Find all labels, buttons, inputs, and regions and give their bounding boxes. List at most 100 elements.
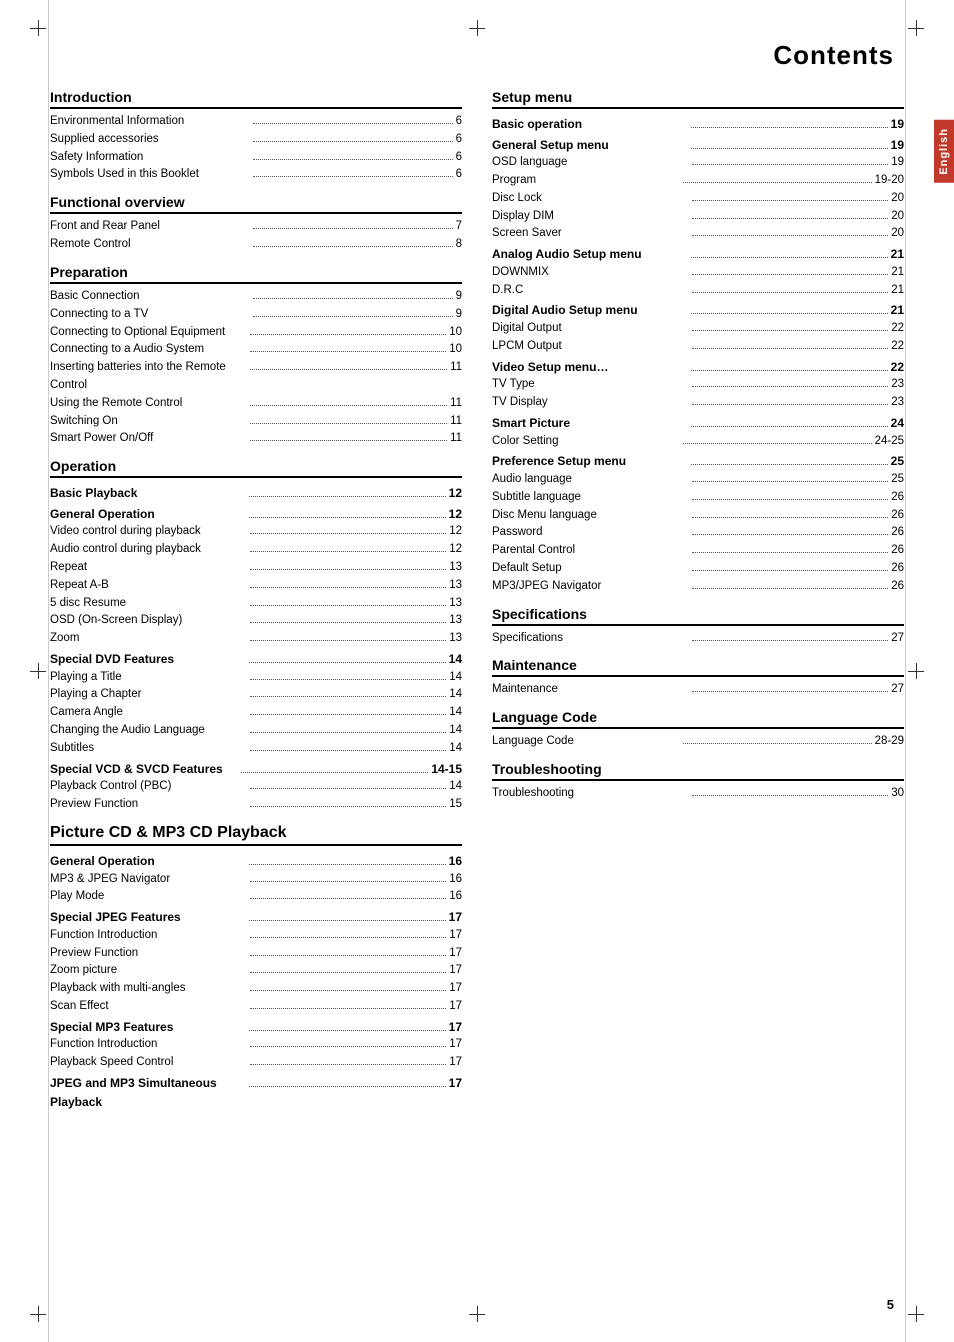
toc-item-text: Special MP3 Features <box>50 1018 246 1037</box>
toc-item-text: Connecting to a TV <box>50 306 250 324</box>
toc-item: General Operation12 <box>50 503 462 524</box>
toc-dots <box>692 348 889 349</box>
toc-item: Connecting to Optional Equipment10 <box>50 324 462 342</box>
toc-dots <box>250 440 447 441</box>
toc-item-text: Playing a Title <box>50 669 247 687</box>
toc-item: Audio language25 <box>492 471 904 489</box>
toc-item-text: Parental Control <box>492 542 689 560</box>
toc-item-text: Safety Information <box>50 149 250 167</box>
toc-item-text: TV Type <box>492 376 689 394</box>
toc-page-num: 19 <box>891 136 904 155</box>
toc-page-num: 6 <box>456 131 462 149</box>
toc-item: TV Type23 <box>492 376 904 394</box>
toc-dots <box>250 334 447 335</box>
toc-page-num: 19 <box>891 154 904 172</box>
toc-dots <box>253 141 453 142</box>
section-troubleshooting: TroubleshootingTroubleshooting30 <box>492 761 904 803</box>
toc-item: General Setup menu19 <box>492 134 904 155</box>
toc-item: Function Introduction17 <box>50 927 462 945</box>
toc-item: Supplied accessories6 <box>50 131 462 149</box>
toc-dots <box>691 257 887 258</box>
page-title: Contents <box>50 40 904 71</box>
toc-dots <box>683 443 871 444</box>
toc-item: Playback with multi-angles17 <box>50 980 462 998</box>
toc-dots <box>249 1086 445 1087</box>
toc-dots <box>250 605 447 606</box>
toc-dots <box>250 369 447 370</box>
toc-dots <box>692 292 889 293</box>
toc-page-num: 22 <box>891 338 904 356</box>
toc-page-num: 7 <box>456 218 462 236</box>
toc-page-num: 11 <box>450 395 462 413</box>
toc-item: Special MP3 Features17 <box>50 1016 462 1037</box>
toc-page-num: 27 <box>891 630 904 648</box>
toc-item: Playback Speed Control17 <box>50 1054 462 1072</box>
toc-item-text: OSD (On-Screen Display) <box>50 612 247 630</box>
toc-dots <box>253 159 453 160</box>
toc-dots <box>250 990 447 991</box>
toc-item-text: Special DVD Features <box>50 650 246 669</box>
toc-item: Connecting to a Audio System10 <box>50 341 462 359</box>
toc-dots <box>250 569 447 570</box>
toc-dots <box>249 517 445 518</box>
page-number: 5 <box>887 1297 894 1312</box>
toc-item-text: Password <box>492 524 689 542</box>
toc-item-text: General Operation <box>50 852 246 871</box>
toc-item: Repeat13 <box>50 559 462 577</box>
toc-dots <box>250 640 447 641</box>
toc-item: Subtitles14 <box>50 740 462 758</box>
toc-dots <box>250 351 447 352</box>
toc-item: Specifications27 <box>492 630 904 648</box>
toc-dots <box>250 732 447 733</box>
toc-page-num: 17 <box>449 1036 462 1054</box>
toc-page-num: 27 <box>891 681 904 699</box>
toc-page-num: 30 <box>891 785 904 803</box>
crosshair-top-right <box>908 20 924 36</box>
toc-dots <box>253 228 453 229</box>
toc-item-text: Playback Control (PBC) <box>50 778 247 796</box>
toc-item-text: Preview Function <box>50 945 247 963</box>
toc-page-num: 17 <box>449 998 462 1016</box>
toc-item: Zoom picture17 <box>50 962 462 980</box>
toc-page-num: 26 <box>891 489 904 507</box>
toc-page-num: 14 <box>449 704 462 722</box>
toc-page-num: 12 <box>449 505 462 524</box>
toc-page-num: 14-15 <box>431 760 462 779</box>
toc-item: Subtitle language26 <box>492 489 904 507</box>
toc-dots <box>691 370 887 371</box>
toc-dots <box>691 426 887 427</box>
toc-dots <box>250 806 447 807</box>
toc-item-text: Zoom picture <box>50 962 247 980</box>
toc-page-num: 15 <box>449 796 462 814</box>
toc-page-num: 22 <box>891 320 904 338</box>
toc-item: Zoom13 <box>50 630 462 648</box>
toc-item-text: Special VCD & SVCD Features <box>50 760 238 779</box>
toc-page-num: 6 <box>456 166 462 184</box>
toc-item-text: TV Display <box>492 394 689 412</box>
toc-item: Video control during playback12 <box>50 523 462 541</box>
toc-item-text: OSD language <box>492 154 689 172</box>
toc-dots <box>253 123 453 124</box>
toc-item-text: Playback Speed Control <box>50 1054 247 1072</box>
toc-dots <box>250 551 447 552</box>
toc-item-text: Switching On <box>50 413 247 431</box>
toc-dots <box>241 772 429 773</box>
toc-dots <box>692 218 889 219</box>
toc-dots <box>253 176 453 177</box>
toc-item: Switching On11 <box>50 413 462 431</box>
toc-dots <box>250 750 447 751</box>
toc-dots <box>250 1008 447 1009</box>
toc-item: Basic operation19 <box>492 113 904 134</box>
toc-item-text: Playing a Chapter <box>50 686 247 704</box>
crosshair-mid-left <box>30 663 46 679</box>
toc-item: Remote Control8 <box>50 236 462 254</box>
toc-item-text: Program <box>492 172 680 190</box>
toc-page-num: 9 <box>456 288 462 306</box>
toc-item: Program19-20 <box>492 172 904 190</box>
toc-dots <box>692 517 889 518</box>
toc-page-num: 16 <box>449 888 462 906</box>
toc-item: Maintenance27 <box>492 681 904 699</box>
page-container: English Contents IntroductionEnvironment… <box>0 0 954 1342</box>
toc-item-text: Smart Power On/Off <box>50 430 247 448</box>
toc-item-text: Video Setup menu… <box>492 358 688 377</box>
